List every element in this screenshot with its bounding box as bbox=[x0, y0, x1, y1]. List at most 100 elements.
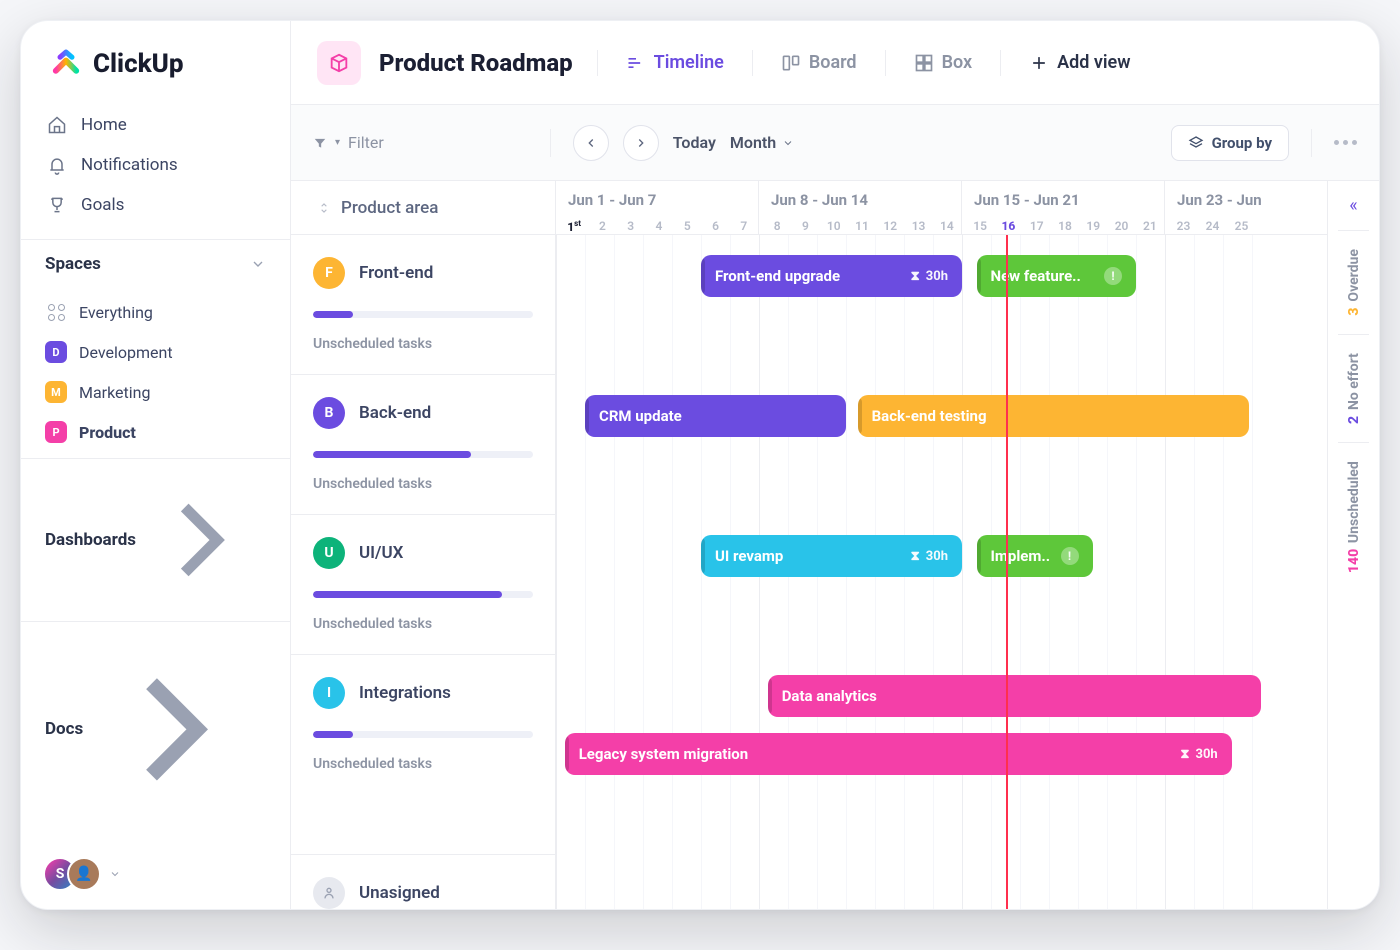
day-cell: 7 bbox=[730, 219, 758, 234]
chevron-right-icon bbox=[83, 638, 266, 821]
row-label: Unasigned bbox=[359, 883, 440, 903]
space-product[interactable]: P Product bbox=[33, 412, 278, 452]
separator bbox=[597, 50, 598, 76]
nav-home[interactable]: Home bbox=[33, 105, 278, 145]
timeline-body: FFront-end Unscheduled tasks BBack-end U… bbox=[291, 235, 1379, 909]
docs-section[interactable]: Docs bbox=[21, 621, 290, 837]
rail-collapse[interactable]: « bbox=[1349, 181, 1357, 230]
warning-icon: ! bbox=[1104, 267, 1122, 285]
view-label: Timeline bbox=[654, 52, 724, 73]
space-marketing[interactable]: M Marketing bbox=[33, 372, 278, 412]
trophy-icon bbox=[47, 195, 67, 215]
separator bbox=[1311, 129, 1312, 157]
progress-bar bbox=[313, 731, 533, 738]
filter-button[interactable]: ▾ Filter bbox=[313, 133, 384, 152]
row-badge: B bbox=[313, 397, 345, 429]
rail-overdue[interactable]: 3 Overdue bbox=[1346, 231, 1362, 334]
separator bbox=[752, 50, 753, 76]
chevron-right-icon bbox=[136, 475, 266, 605]
range-label: Month bbox=[730, 133, 776, 152]
day-cell: 17 bbox=[1023, 219, 1051, 233]
row-label: Front-end bbox=[359, 263, 433, 283]
right-rail: « 3 Overdue 2 No effort 140 Unscheduled bbox=[1327, 181, 1379, 909]
day-cell: 3 bbox=[617, 219, 645, 234]
row-header[interactable]: FFront-end Unscheduled tasks bbox=[291, 235, 555, 375]
timeline-bar[interactable]: Front-end upgrade⧗30h bbox=[701, 255, 962, 297]
toolbar: ▾ Filter Today Month Group by bbox=[291, 105, 1379, 181]
space-badge: D bbox=[45, 341, 67, 363]
groupby-button[interactable]: Group by bbox=[1171, 125, 1289, 161]
progress-bar bbox=[313, 311, 533, 318]
chevron-down-icon bbox=[782, 137, 794, 149]
view-box[interactable]: Box bbox=[910, 48, 977, 77]
chevron-down-icon bbox=[250, 256, 266, 272]
timeline-bar[interactable]: UI revamp⧗30h bbox=[701, 535, 962, 577]
row-header[interactable]: BBack-end Unscheduled tasks bbox=[291, 375, 555, 515]
more-menu[interactable] bbox=[1334, 140, 1357, 145]
dashboards-section[interactable]: Dashboards bbox=[21, 458, 290, 621]
bar-label: Front-end upgrade bbox=[715, 267, 840, 285]
bar-label: Data analytics bbox=[782, 687, 877, 705]
progress-bar bbox=[313, 451, 533, 458]
timeline-bar[interactable]: New feature..! bbox=[977, 255, 1137, 297]
row-header[interactable]: IIntegrations Unscheduled tasks bbox=[291, 655, 555, 855]
space-badge: P bbox=[45, 421, 67, 443]
rail-noeffort[interactable]: 2 No effort bbox=[1346, 335, 1362, 442]
timeline-bar[interactable]: Back-end testing bbox=[858, 395, 1250, 437]
timeline-bar[interactable]: CRM update bbox=[585, 395, 846, 437]
day-cell: 23 bbox=[1169, 219, 1198, 233]
logo-text: ClickUp bbox=[93, 49, 184, 79]
space-everything[interactable]: Everything bbox=[33, 292, 278, 332]
row-labels: FFront-end Unscheduled tasks BBack-end U… bbox=[291, 235, 556, 909]
add-view[interactable]: Add view bbox=[1025, 48, 1134, 77]
bars: Front-end upgrade⧗30hNew feature..!CRM u… bbox=[556, 235, 1379, 909]
groupby-column-header[interactable]: Product area bbox=[291, 181, 556, 234]
content: Product area Jun 1 - Jun 71st234567Jun 8… bbox=[291, 181, 1379, 909]
bar-label: CRM update bbox=[599, 407, 682, 425]
section-label: Docs bbox=[45, 719, 83, 739]
hourglass-icon: ⧗ bbox=[911, 549, 920, 564]
clickup-logo-icon bbox=[49, 47, 83, 81]
timeline-bar[interactable]: Data analytics bbox=[768, 675, 1261, 717]
row-header[interactable]: Unasigned bbox=[291, 855, 555, 909]
rail-unscheduled[interactable]: 140 Unscheduled bbox=[1346, 443, 1362, 591]
next-button[interactable] bbox=[623, 125, 659, 161]
view-label: Board bbox=[809, 52, 857, 73]
view-timeline[interactable]: Timeline bbox=[622, 48, 728, 77]
bar-meta: ⧗30h bbox=[911, 549, 948, 564]
range-select[interactable]: Month bbox=[730, 133, 794, 152]
layers-icon bbox=[1188, 135, 1204, 151]
groupby-label: Group by bbox=[1212, 134, 1272, 152]
separator bbox=[1000, 50, 1001, 76]
prev-button[interactable] bbox=[573, 125, 609, 161]
chevron-right-icon bbox=[634, 136, 648, 150]
row-header[interactable]: UUI/UX Unscheduled tasks bbox=[291, 515, 555, 655]
today-button[interactable]: Today bbox=[673, 133, 716, 152]
day-cell: 6 bbox=[701, 219, 729, 234]
rail-count: 3 bbox=[1346, 308, 1362, 316]
week-label: Jun 15 - Jun 21 bbox=[962, 191, 1164, 219]
user-area[interactable]: S 👤 bbox=[21, 839, 290, 909]
page-title: Product Roadmap bbox=[379, 49, 573, 77]
rail-label: Unscheduled bbox=[1346, 461, 1362, 543]
home-icon bbox=[47, 115, 67, 135]
space-list: Everything D Development M Marketing P P… bbox=[21, 288, 290, 458]
bell-icon bbox=[47, 155, 67, 175]
week-column: Jun 8 - Jun 14891011121314 bbox=[759, 181, 962, 234]
timeline-area[interactable]: Front-end upgrade⧗30hNew feature..!CRM u… bbox=[556, 235, 1379, 909]
spaces-header[interactable]: Spaces bbox=[21, 239, 290, 288]
row-badge: U bbox=[313, 537, 345, 569]
nav-goals[interactable]: Goals bbox=[33, 185, 278, 225]
row-head: Unasigned bbox=[313, 877, 533, 909]
view-board[interactable]: Board bbox=[777, 48, 861, 77]
timeline-bar[interactable]: Legacy system migration⧗30h bbox=[565, 733, 1232, 775]
nav-notifications[interactable]: Notifications bbox=[33, 145, 278, 185]
space-development[interactable]: D Development bbox=[33, 332, 278, 372]
logo[interactable]: ClickUp bbox=[21, 21, 290, 101]
rail-count: 140 bbox=[1346, 548, 1362, 572]
bar-label: New feature.. bbox=[991, 267, 1081, 285]
date-header: Product area Jun 1 - Jun 71st234567Jun 8… bbox=[291, 181, 1379, 235]
timeline-bar[interactable]: Implem..! bbox=[977, 535, 1093, 577]
unscheduled-label: Unscheduled tasks bbox=[313, 336, 533, 352]
board-icon bbox=[781, 53, 801, 73]
